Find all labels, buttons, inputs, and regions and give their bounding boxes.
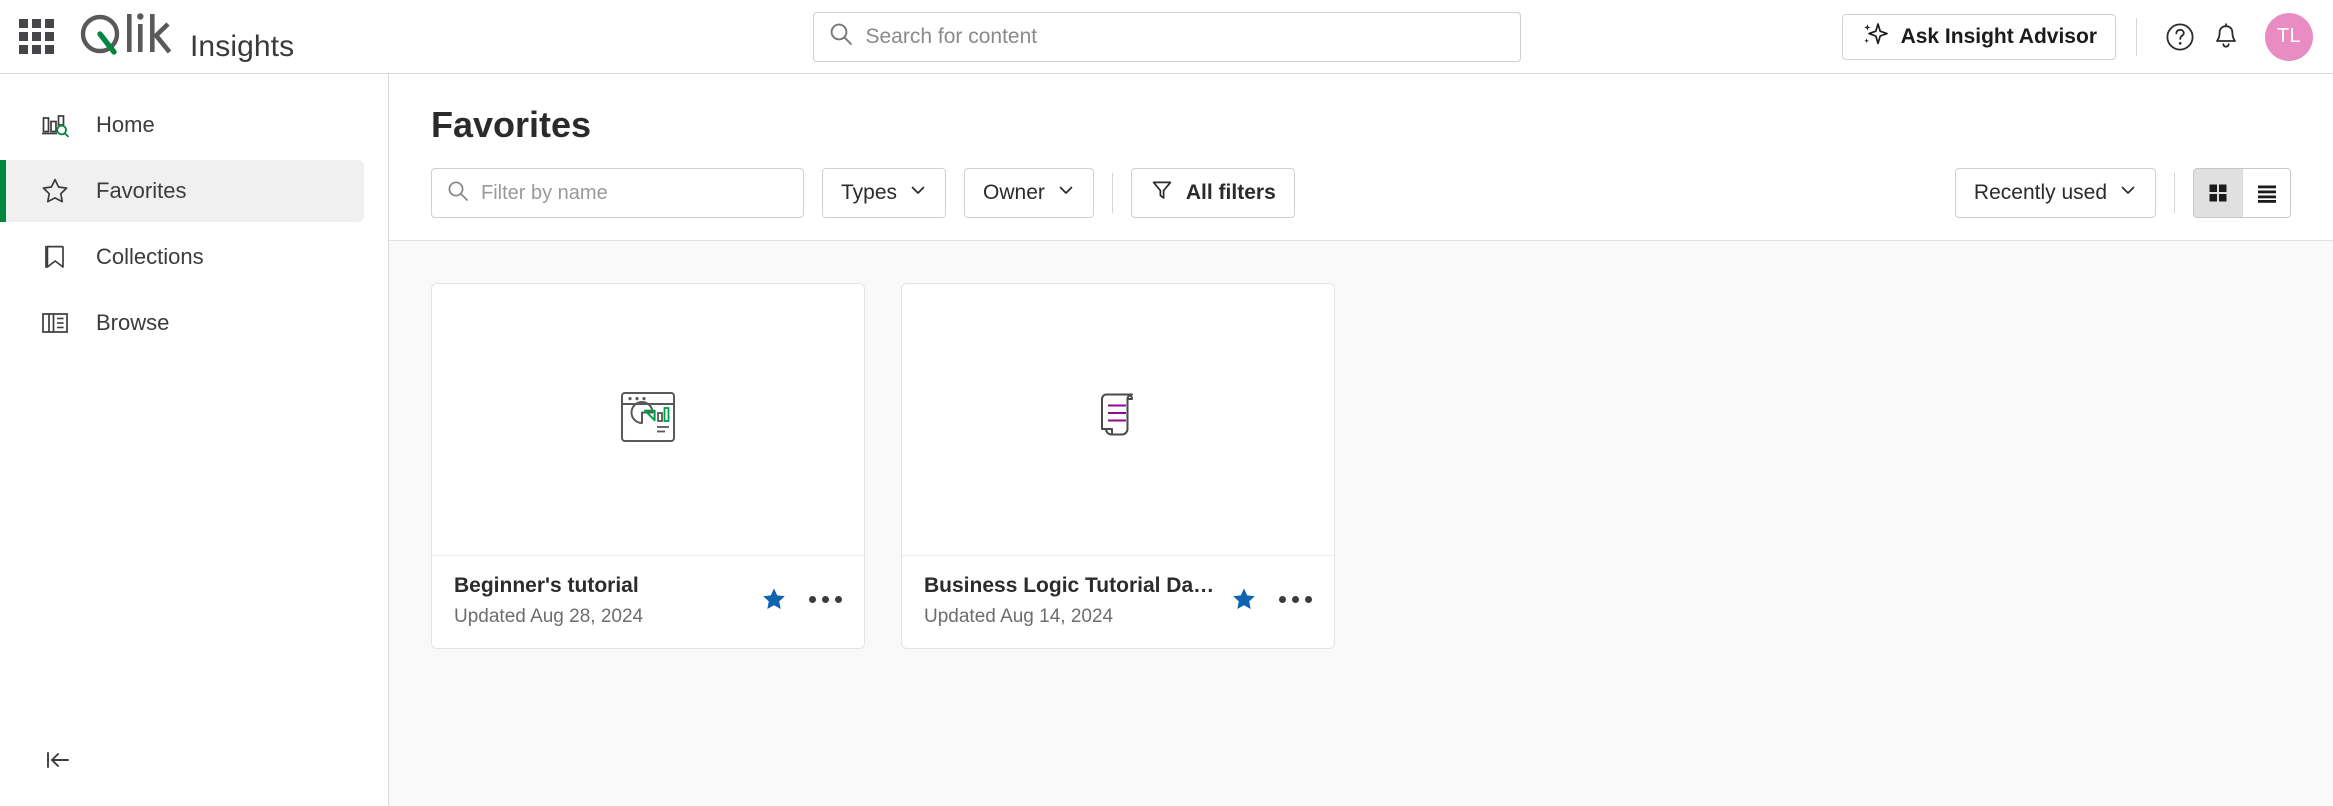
star-outline-icon — [38, 174, 72, 208]
sidebar-item-label: Collections — [96, 244, 204, 270]
sidebar-item-label: Favorites — [96, 178, 186, 204]
card-updated-date: Updated Aug 14, 2024 — [924, 606, 1221, 628]
top-bar-actions: Ask Insight Advisor TL — [1842, 13, 2333, 61]
owner-label: Owner — [983, 181, 1045, 205]
toolbar-divider — [1112, 173, 1113, 213]
header-divider — [2136, 18, 2137, 56]
ask-insight-advisor-button[interactable]: Ask Insight Advisor — [1842, 14, 2116, 60]
dot — [1305, 596, 1312, 603]
grid-cell — [19, 19, 28, 28]
collapse-left-icon[interactable] — [38, 740, 78, 780]
sidebar: Home Favorites Collections — [0, 74, 389, 806]
content-card[interactable]: Beginner's tutorial Updated Aug 28, 2024 — [431, 283, 865, 649]
all-filters-label: All filters — [1186, 181, 1276, 205]
avatar-initials: TL — [2277, 25, 2301, 48]
sparkle-icon — [1861, 20, 1889, 54]
content-area: Beginner's tutorial Updated Aug 28, 2024 — [389, 240, 2333, 806]
search-box[interactable] — [813, 12, 1521, 62]
dot — [822, 596, 829, 603]
card-thumbnail — [432, 284, 864, 556]
all-filters-button[interactable]: All filters — [1131, 168, 1295, 218]
grid-view-icon[interactable] — [2194, 169, 2242, 217]
content-toolbar: Types Owner — [431, 146, 2333, 240]
search-input[interactable] — [866, 25, 1506, 49]
script-scroll-icon — [1082, 381, 1154, 458]
app-chart-window-icon — [612, 381, 684, 458]
browse-columns-icon — [38, 306, 72, 340]
grid-cell — [19, 45, 28, 54]
star-filled-icon[interactable] — [761, 586, 787, 612]
main-header: Favorites Types — [389, 74, 2333, 240]
sidebar-item-label: Home — [96, 112, 155, 138]
grid-cell — [45, 19, 54, 28]
help-circle-icon[interactable] — [2157, 14, 2203, 60]
dot — [1279, 596, 1286, 603]
view-toggle-group — [2193, 168, 2291, 218]
sort-dropdown[interactable]: Recently used — [1955, 168, 2156, 218]
grid-cell — [32, 19, 41, 28]
page-body: Home Favorites Collections — [0, 74, 2333, 806]
owner-dropdown[interactable]: Owner — [964, 168, 1094, 218]
dot — [1292, 596, 1299, 603]
grid-cell — [45, 32, 54, 41]
funnel-icon — [1150, 178, 1174, 208]
sort-label: Recently used — [1974, 181, 2107, 205]
chevron-down-icon — [1057, 181, 1075, 205]
sidebar-item-label: Browse — [96, 310, 169, 336]
sidebar-item-collections[interactable]: Collections — [0, 226, 364, 288]
grid-cell — [19, 32, 28, 41]
chevron-down-icon — [2119, 181, 2137, 205]
search-icon — [446, 179, 470, 208]
dot — [835, 596, 842, 603]
brand-area[interactable]: Insights — [78, 10, 294, 64]
card-title: Business Logic Tutorial Data Prep — [924, 574, 1221, 598]
card-grid: Beginner's tutorial Updated Aug 28, 2024 — [431, 283, 2291, 649]
card-text: Beginner's tutorial Updated Aug 28, 2024 — [454, 574, 751, 628]
types-dropdown[interactable]: Types — [822, 168, 946, 218]
more-horizontal-icon[interactable] — [809, 596, 842, 603]
more-horizontal-icon[interactable] — [1279, 596, 1312, 603]
card-actions — [1231, 574, 1312, 612]
bell-icon[interactable] — [2203, 14, 2249, 60]
grid-cell — [45, 45, 54, 54]
global-search — [813, 12, 1521, 62]
filter-input[interactable] — [481, 182, 789, 205]
ask-insight-advisor-label: Ask Insight Advisor — [1901, 25, 2097, 49]
star-filled-icon[interactable] — [1231, 586, 1257, 612]
dot — [809, 596, 816, 603]
list-view-icon[interactable] — [2242, 169, 2290, 217]
page-title: Favorites — [431, 74, 2333, 146]
avatar[interactable]: TL — [2265, 13, 2313, 61]
sidebar-item-home[interactable]: Home — [0, 94, 364, 156]
card-updated-date: Updated Aug 28, 2024 — [454, 606, 751, 628]
chevron-down-icon — [909, 181, 927, 205]
bookmark-icon — [38, 240, 72, 274]
card-footer: Business Logic Tutorial Data Prep Update… — [902, 556, 1334, 648]
filter-by-name-field[interactable] — [431, 168, 804, 218]
qlik-logo-icon — [78, 10, 174, 56]
content-card[interactable]: Business Logic Tutorial Data Prep Update… — [901, 283, 1335, 649]
top-bar: Insights — [0, 0, 2333, 74]
search-icon — [828, 21, 854, 52]
types-label: Types — [841, 181, 897, 205]
qlik-insights-page: Insights — [0, 0, 2333, 806]
analytics-home-icon — [38, 108, 72, 142]
card-title: Beginner's tutorial — [454, 574, 751, 598]
card-footer: Beginner's tutorial Updated Aug 28, 2024 — [432, 556, 864, 648]
grid-cell — [32, 32, 41, 41]
main-area: Favorites Types — [389, 74, 2333, 806]
product-name: Insights — [190, 30, 294, 64]
grid-apps-icon[interactable] — [14, 15, 58, 59]
card-actions — [761, 574, 842, 612]
card-text: Business Logic Tutorial Data Prep Update… — [924, 574, 1221, 628]
sidebar-item-favorites[interactable]: Favorites — [0, 160, 364, 222]
sidebar-item-browse[interactable]: Browse — [0, 292, 364, 354]
view-divider — [2174, 173, 2175, 213]
grid-cell — [32, 45, 41, 54]
card-thumbnail — [902, 284, 1334, 556]
